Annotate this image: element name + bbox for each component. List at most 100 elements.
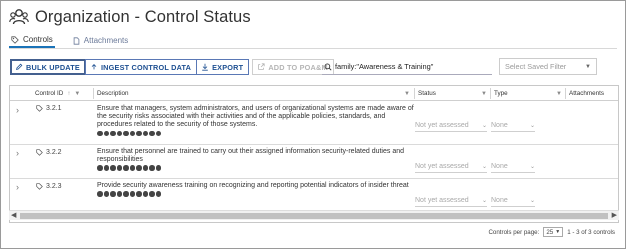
column-header-type[interactable]: Type — [494, 86, 508, 101]
scroll-right-icon[interactable]: ▶ — [612, 211, 617, 219]
control-id: 3.2.1 — [46, 105, 62, 112]
status-select[interactable]: Not yet assessed ⌄ — [415, 194, 487, 207]
filter-icon[interactable]: ▼ — [477, 86, 487, 101]
column-label: Attachments — [569, 90, 604, 97]
tag-icon — [36, 149, 43, 156]
table-row: › 3.2.1 Ensure that managers, system adm… — [10, 101, 618, 145]
bulk-update-button[interactable]: BULK UPDATE — [10, 59, 86, 75]
type-value: None — [491, 121, 508, 129]
page-title: Organization - Control Status — [35, 7, 251, 26]
column-header-control-id[interactable]: Control ID ↑ ▼ — [35, 86, 80, 101]
description-text: Ensure that personnel are trained to car… — [97, 148, 405, 164]
page-header: Organization - Control Status — [9, 5, 251, 29]
control-id-cell: 3.2.2 — [36, 149, 62, 156]
type-value: None — [491, 196, 508, 204]
control-id: 3.2.3 — [46, 183, 62, 190]
chevron-down-icon: ⌄ — [529, 122, 535, 129]
filter-icon[interactable]: ▼ — [74, 91, 80, 97]
chevron-right-icon[interactable]: › — [16, 183, 24, 192]
chevron-down-icon: ⌄ — [481, 122, 487, 129]
external-link-icon — [258, 63, 265, 70]
description-text: Provide security awareness training on r… — [97, 182, 409, 189]
description-text: Ensure that managers, system administrat… — [97, 105, 414, 129]
saved-filter-placeholder: Select Saved Filter — [505, 62, 567, 71]
table-row: › 3.2.2 Ensure that personnel are traine… — [10, 145, 618, 179]
progress-dots — [97, 191, 415, 197]
chevron-down-icon: ⌄ — [481, 163, 487, 170]
progress-dots — [97, 130, 415, 137]
tag-icon — [36, 105, 43, 112]
type-select[interactable]: None ⌄ — [491, 160, 535, 173]
chevron-down-icon: ⌄ — [481, 197, 487, 204]
export-button[interactable]: EXPORT — [196, 59, 250, 75]
column-label: Type — [494, 90, 508, 97]
download-icon — [202, 63, 208, 71]
type-select[interactable]: None ⌄ — [491, 119, 535, 132]
control-id: 3.2.2 — [46, 149, 62, 156]
per-page-value: 25 — [546, 228, 554, 236]
column-label: Control ID — [35, 90, 64, 97]
pagination-footer: Controls per page: 25 ▼ 1 - 3 of 3 contr… — [488, 226, 615, 238]
tab-attachments[interactable]: Attachments — [71, 33, 130, 48]
tab-bar: Controls Attachments — [9, 33, 146, 48]
description-cell: Ensure that personnel are trained to car… — [97, 148, 415, 171]
column-divider — [490, 88, 491, 99]
chevron-right-icon[interactable]: › — [16, 106, 24, 115]
per-page-select[interactable]: 25 ▼ — [543, 227, 564, 237]
app-window: Organization - Control Status Controls A… — [0, 0, 626, 249]
column-divider — [93, 88, 94, 99]
description-cell: Ensure that managers, system administrat… — [97, 105, 415, 137]
scrollbar-thumb[interactable] — [20, 213, 608, 219]
column-label: Description — [97, 90, 129, 97]
search-field — [322, 59, 492, 75]
control-id-cell: 3.2.3 — [36, 183, 62, 190]
add-poam-label: ADD TO POA&M — [268, 62, 328, 72]
filter-icon[interactable]: ▼ — [400, 86, 410, 101]
search-input[interactable] — [335, 62, 485, 71]
per-page-label: Controls per page: — [488, 228, 540, 236]
ingest-label: INGEST CONTROL DATA — [100, 62, 192, 72]
users-icon — [9, 9, 29, 25]
sort-icon[interactable]: ↑ — [67, 91, 70, 97]
status-select[interactable]: Not yet assessed ⌄ — [415, 119, 487, 132]
chevron-down-icon: ⌄ — [529, 197, 535, 204]
status-value: Not yet assessed — [415, 196, 469, 204]
pencil-icon — [16, 63, 23, 70]
column-divider — [565, 88, 566, 99]
progress-dots — [97, 165, 415, 171]
tab-controls[interactable]: Controls — [9, 33, 55, 48]
tab-attachments-label: Attachments — [83, 36, 129, 45]
export-label: EXPORT — [212, 62, 244, 72]
control-id-cell: 3.2.1 — [36, 105, 62, 112]
type-select[interactable]: None ⌄ — [491, 194, 535, 207]
chevron-down-icon: ⌄ — [529, 163, 535, 170]
column-label: Status — [418, 90, 436, 97]
tab-controls-label: Controls — [23, 35, 53, 44]
status-value: Not yet assessed — [415, 162, 469, 170]
controls-table: Control ID ↑ ▼ Description ▼ Status ▼ Ty… — [9, 85, 619, 223]
bulk-update-label: BULK UPDATE — [26, 62, 80, 72]
horizontal-scrollbar[interactable]: ◀ ▶ — [9, 210, 619, 220]
table-header: Control ID ↑ ▼ Description ▼ Status ▼ Ty… — [10, 86, 618, 101]
toolbar: BULK UPDATE INGEST CONTROL DATA EXPORT A… — [10, 59, 334, 75]
filter-icon[interactable]: ▼ — [552, 86, 562, 101]
type-value: None — [491, 162, 508, 170]
chevron-right-icon[interactable]: › — [16, 149, 24, 158]
ingest-control-data-button[interactable]: INGEST CONTROL DATA — [84, 59, 198, 75]
chevron-down-icon: ▼ — [555, 229, 561, 235]
column-header-attachments[interactable]: Attachments — [569, 86, 604, 101]
table-row: › 3.2.3 Provide security awareness train… — [10, 179, 618, 211]
column-header-description[interactable]: Description — [97, 86, 129, 101]
pagination-range: 1 - 3 of 3 controls — [567, 228, 615, 236]
saved-filter-select[interactable]: Select Saved Filter ▼ — [499, 58, 597, 75]
scroll-left-icon[interactable]: ◀ — [11, 211, 16, 219]
document-icon — [73, 36, 80, 45]
status-value: Not yet assessed — [415, 121, 469, 129]
tag-icon — [36, 183, 43, 190]
chevron-down-icon: ▼ — [585, 63, 591, 70]
column-header-status[interactable]: Status — [418, 86, 436, 101]
status-select[interactable]: Not yet assessed ⌄ — [415, 160, 487, 173]
description-cell: Provide security awareness training on r… — [97, 182, 415, 197]
tag-icon — [11, 35, 19, 44]
upload-icon — [91, 64, 97, 70]
